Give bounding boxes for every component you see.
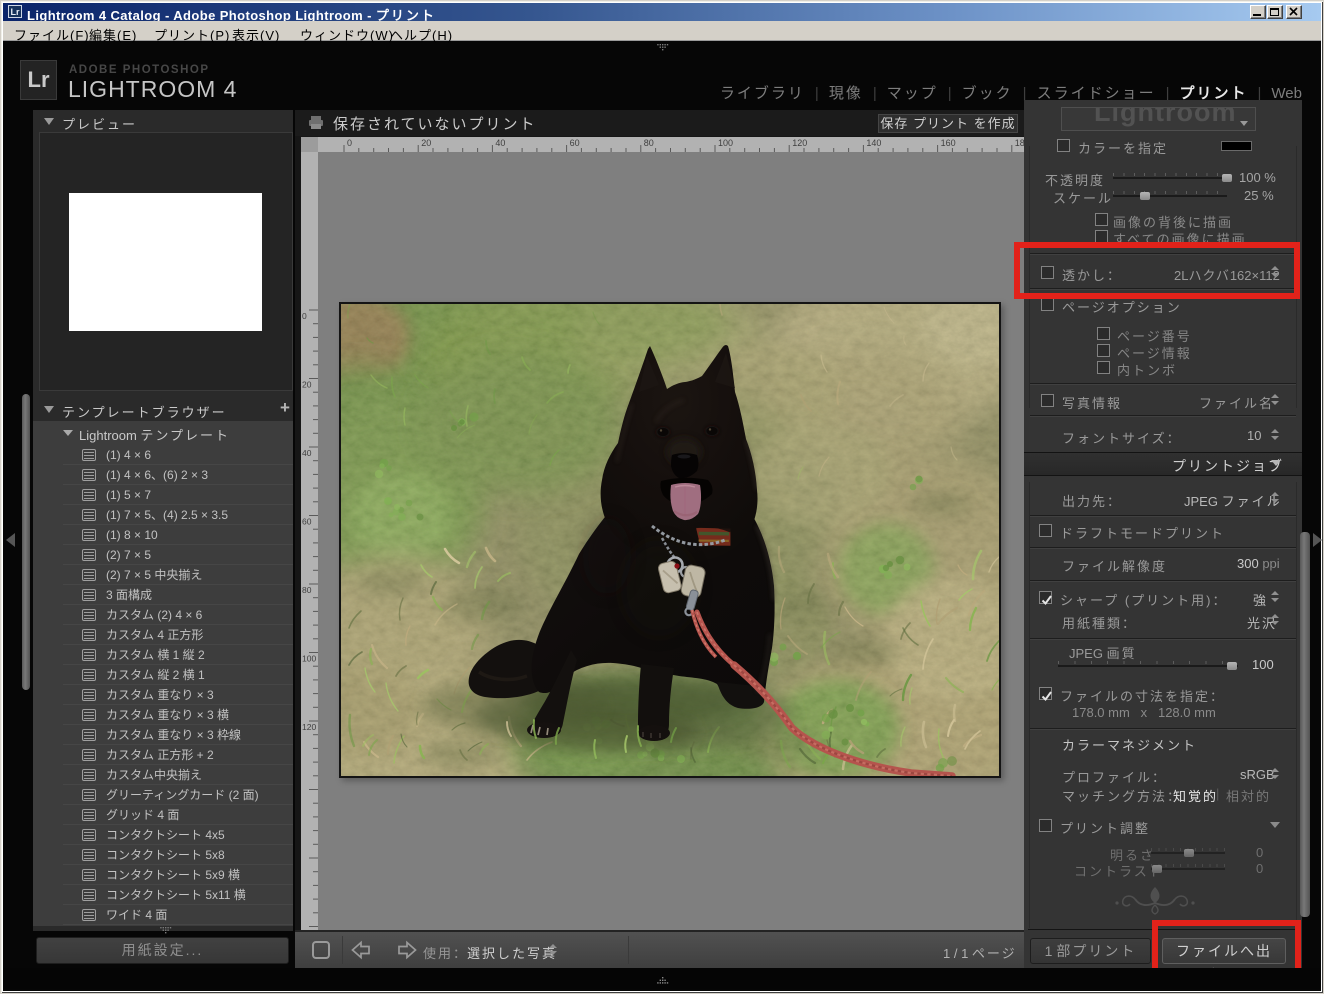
- svg-text:80: 80: [302, 585, 312, 595]
- svg-text:120: 120: [792, 138, 807, 148]
- svg-text:60: 60: [570, 138, 580, 148]
- svg-text:40: 40: [302, 448, 312, 458]
- svg-text:80: 80: [644, 138, 654, 148]
- svg-text:180: 180: [1015, 138, 1024, 148]
- svg-text:160: 160: [941, 138, 956, 148]
- svg-text:140: 140: [866, 138, 881, 148]
- svg-text:40: 40: [495, 138, 505, 148]
- svg-text:0: 0: [302, 311, 307, 321]
- svg-text:100: 100: [302, 654, 316, 664]
- svg-text:120: 120: [302, 722, 316, 732]
- svg-text:100: 100: [718, 138, 733, 148]
- svg-text:0: 0: [347, 138, 352, 148]
- svg-text:20: 20: [421, 138, 431, 148]
- svg-text:60: 60: [302, 517, 312, 527]
- svg-text:20: 20: [302, 380, 312, 390]
